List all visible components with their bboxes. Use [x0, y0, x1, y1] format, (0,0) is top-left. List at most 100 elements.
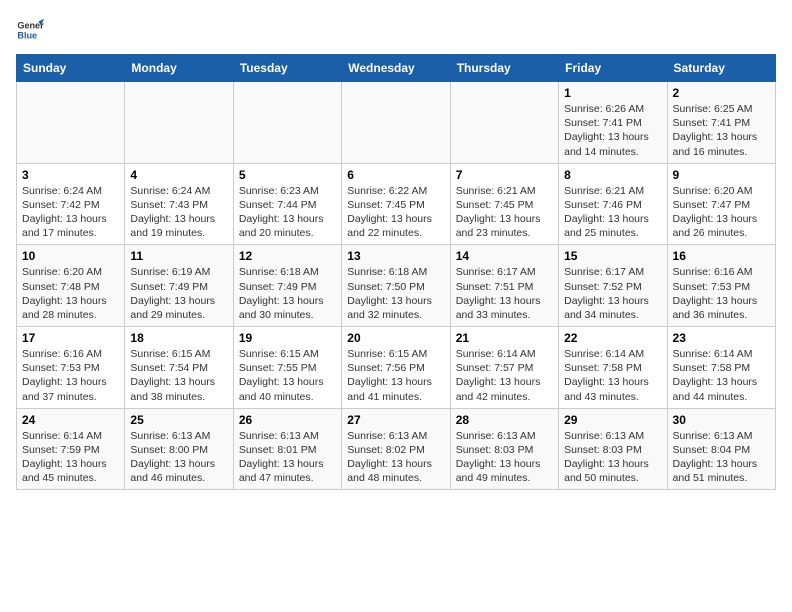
day-info: Sunrise: 6:13 AM Sunset: 8:03 PM Dayligh… — [456, 429, 553, 486]
calendar-cell: 14 Sunrise: 6:17 AM Sunset: 7:51 PM Dayli… — [450, 245, 558, 327]
weekday-header-sunday: Sunday — [17, 55, 125, 82]
day-number: 16 — [673, 249, 770, 263]
day-info: Sunrise: 6:14 AM Sunset: 7:58 PM Dayligh… — [564, 347, 661, 404]
calendar-week-row: 1Sunrise: 6:26 AM Sunset: 7:41 PM Daylig… — [17, 82, 776, 164]
calendar-cell: 8 Sunrise: 6:21 AM Sunset: 7:46 PM Daylig… — [559, 163, 667, 245]
calendar-cell — [125, 82, 233, 164]
day-info: Sunrise: 6:21 AM Sunset: 7:45 PM Dayligh… — [456, 184, 553, 241]
calendar-cell: 28Sunrise: 6:13 AM Sunset: 8:03 PM Dayli… — [450, 408, 558, 490]
day-info: Sunrise: 6:13 AM Sunset: 8:01 PM Dayligh… — [239, 429, 336, 486]
day-number: 30 — [673, 413, 770, 427]
calendar-cell: 17 Sunrise: 6:16 AM Sunset: 7:53 PM Dayli… — [17, 327, 125, 409]
day-number: 19 — [239, 331, 336, 345]
day-info: Sunrise: 6:24 AM Sunset: 7:42 PM Dayligh… — [22, 184, 119, 241]
calendar-cell: 12Sunrise: 6:18 AM Sunset: 7:49 PM Dayli… — [233, 245, 341, 327]
day-number: 26 — [239, 413, 336, 427]
day-info: Sunrise: 6:14 AM Sunset: 7:58 PM Dayligh… — [673, 347, 770, 404]
day-number: 6 — [347, 168, 444, 182]
calendar-cell: 11 Sunrise: 6:19 AM Sunset: 7:49 PM Dayli… — [125, 245, 233, 327]
calendar-week-row: 10 Sunrise: 6:20 AM Sunset: 7:48 PM Dayli… — [17, 245, 776, 327]
calendar-week-row: 24Sunrise: 6:14 AM Sunset: 7:59 PM Dayli… — [17, 408, 776, 490]
calendar-cell: 6 Sunrise: 6:22 AM Sunset: 7:45 PM Daylig… — [342, 163, 450, 245]
calendar-cell — [17, 82, 125, 164]
day-info: Sunrise: 6:22 AM Sunset: 7:45 PM Dayligh… — [347, 184, 444, 241]
calendar-cell: 19 Sunrise: 6:15 AM Sunset: 7:55 PM Dayli… — [233, 327, 341, 409]
calendar-table: SundayMondayTuesdayWednesdayThursdayFrid… — [16, 54, 776, 490]
calendar-cell: 4Sunrise: 6:24 AM Sunset: 7:43 PM Daylig… — [125, 163, 233, 245]
day-info: Sunrise: 6:17 AM Sunset: 7:51 PM Dayligh… — [456, 265, 553, 322]
calendar-cell: 9 Sunrise: 6:20 AM Sunset: 7:47 PM Daylig… — [667, 163, 775, 245]
day-info: Sunrise: 6:14 AM Sunset: 7:57 PM Dayligh… — [456, 347, 553, 404]
calendar-cell: 23 Sunrise: 6:14 AM Sunset: 7:58 PM Dayli… — [667, 327, 775, 409]
day-info: Sunrise: 6:16 AM Sunset: 7:53 PM Dayligh… — [22, 347, 119, 404]
day-number: 7 — [456, 168, 553, 182]
day-number: 15 — [564, 249, 661, 263]
logo-icon: General Blue — [16, 16, 44, 44]
day-info: Sunrise: 6:20 AM Sunset: 7:47 PM Dayligh… — [673, 184, 770, 241]
weekday-header-friday: Friday — [559, 55, 667, 82]
calendar-cell: 27Sunrise: 6:13 AM Sunset: 8:02 PM Dayli… — [342, 408, 450, 490]
weekday-header-tuesday: Tuesday — [233, 55, 341, 82]
day-number: 10 — [22, 249, 119, 263]
calendar-cell: 24Sunrise: 6:14 AM Sunset: 7:59 PM Dayli… — [17, 408, 125, 490]
day-number: 3 — [22, 168, 119, 182]
calendar-cell: 18 Sunrise: 6:15 AM Sunset: 7:54 PM Dayli… — [125, 327, 233, 409]
day-number: 18 — [130, 331, 227, 345]
calendar-cell: 30 Sunrise: 6:13 AM Sunset: 8:04 PM Dayli… — [667, 408, 775, 490]
day-info: Sunrise: 6:21 AM Sunset: 7:46 PM Dayligh… — [564, 184, 661, 241]
day-info: Sunrise: 6:15 AM Sunset: 7:54 PM Dayligh… — [130, 347, 227, 404]
calendar-cell — [342, 82, 450, 164]
day-number: 2 — [673, 86, 770, 100]
day-number: 8 — [564, 168, 661, 182]
calendar-cell — [233, 82, 341, 164]
day-number: 29 — [564, 413, 661, 427]
day-info: Sunrise: 6:15 AM Sunset: 7:55 PM Dayligh… — [239, 347, 336, 404]
calendar-cell: 20 Sunrise: 6:15 AM Sunset: 7:56 PM Dayli… — [342, 327, 450, 409]
weekday-header-saturday: Saturday — [667, 55, 775, 82]
day-info: Sunrise: 6:23 AM Sunset: 7:44 PM Dayligh… — [239, 184, 336, 241]
day-info: Sunrise: 6:15 AM Sunset: 7:56 PM Dayligh… — [347, 347, 444, 404]
calendar-cell: 16 Sunrise: 6:16 AM Sunset: 7:53 PM Dayli… — [667, 245, 775, 327]
day-number: 12 — [239, 249, 336, 263]
calendar-cell: 26 Sunrise: 6:13 AM Sunset: 8:01 PM Dayli… — [233, 408, 341, 490]
calendar-week-row: 3 Sunrise: 6:24 AM Sunset: 7:42 PM Daylig… — [17, 163, 776, 245]
page-header: General Blue — [16, 16, 776, 44]
day-info: Sunrise: 6:26 AM Sunset: 7:41 PM Dayligh… — [564, 102, 661, 159]
day-number: 13 — [347, 249, 444, 263]
logo: General Blue — [16, 16, 48, 44]
calendar-header: SundayMondayTuesdayWednesdayThursdayFrid… — [17, 55, 776, 82]
calendar-cell: 22 Sunrise: 6:14 AM Sunset: 7:58 PM Dayli… — [559, 327, 667, 409]
day-info: Sunrise: 6:17 AM Sunset: 7:52 PM Dayligh… — [564, 265, 661, 322]
day-number: 14 — [456, 249, 553, 263]
calendar-cell: 10 Sunrise: 6:20 AM Sunset: 7:48 PM Dayli… — [17, 245, 125, 327]
calendar-cell: 1Sunrise: 6:26 AM Sunset: 7:41 PM Daylig… — [559, 82, 667, 164]
day-number: 22 — [564, 331, 661, 345]
calendar-cell: 25Sunrise: 6:13 AM Sunset: 8:00 PM Dayli… — [125, 408, 233, 490]
day-info: Sunrise: 6:13 AM Sunset: 8:03 PM Dayligh… — [564, 429, 661, 486]
day-number: 11 — [130, 249, 227, 263]
day-info: Sunrise: 6:25 AM Sunset: 7:41 PM Dayligh… — [673, 102, 770, 159]
calendar-cell: 7 Sunrise: 6:21 AM Sunset: 7:45 PM Daylig… — [450, 163, 558, 245]
calendar-cell — [450, 82, 558, 164]
calendar-cell: 13Sunrise: 6:18 AM Sunset: 7:50 PM Dayli… — [342, 245, 450, 327]
day-info: Sunrise: 6:19 AM Sunset: 7:49 PM Dayligh… — [130, 265, 227, 322]
day-number: 27 — [347, 413, 444, 427]
day-number: 24 — [22, 413, 119, 427]
calendar-cell: 15 Sunrise: 6:17 AM Sunset: 7:52 PM Dayli… — [559, 245, 667, 327]
weekday-header-thursday: Thursday — [450, 55, 558, 82]
day-info: Sunrise: 6:13 AM Sunset: 8:00 PM Dayligh… — [130, 429, 227, 486]
day-info: Sunrise: 6:13 AM Sunset: 8:04 PM Dayligh… — [673, 429, 770, 486]
day-number: 21 — [456, 331, 553, 345]
day-info: Sunrise: 6:16 AM Sunset: 7:53 PM Dayligh… — [673, 265, 770, 322]
calendar-body: 1Sunrise: 6:26 AM Sunset: 7:41 PM Daylig… — [17, 82, 776, 490]
svg-text:Blue: Blue — [17, 30, 37, 40]
day-number: 20 — [347, 331, 444, 345]
day-number: 9 — [673, 168, 770, 182]
weekday-header-monday: Monday — [125, 55, 233, 82]
day-info: Sunrise: 6:24 AM Sunset: 7:43 PM Dayligh… — [130, 184, 227, 241]
weekday-header-wednesday: Wednesday — [342, 55, 450, 82]
day-info: Sunrise: 6:20 AM Sunset: 7:48 PM Dayligh… — [22, 265, 119, 322]
calendar-cell: 29 Sunrise: 6:13 AM Sunset: 8:03 PM Dayli… — [559, 408, 667, 490]
day-number: 23 — [673, 331, 770, 345]
day-number: 17 — [22, 331, 119, 345]
